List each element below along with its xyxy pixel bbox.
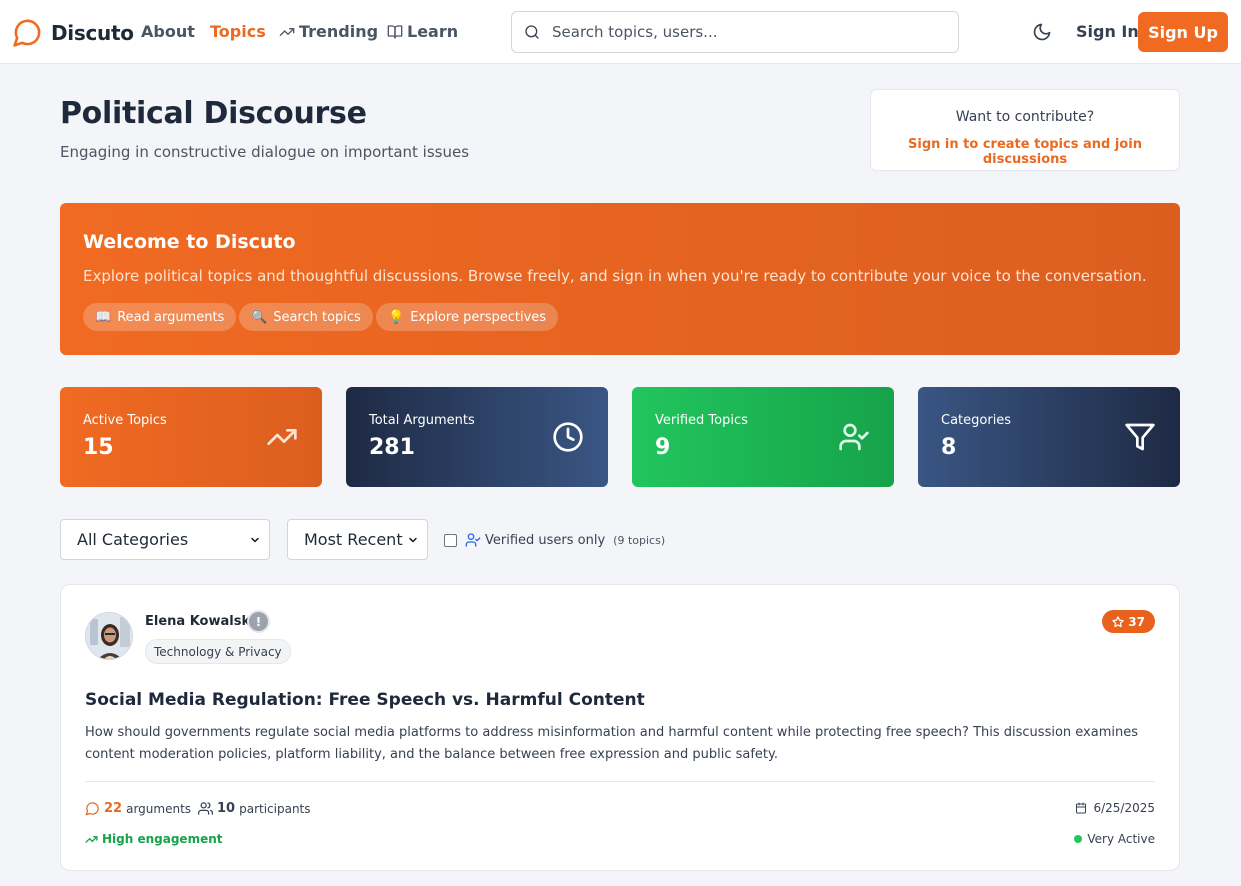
participants-number: 10: [217, 801, 236, 816]
stat-card-categories: Categories 8: [918, 387, 1180, 487]
arguments-label: arguments: [126, 801, 192, 816]
engagement-indicator: High engagement: [85, 832, 223, 846]
search-icon: [525, 25, 539, 39]
brand-logo[interactable]: Discuto: [12, 17, 134, 48]
nav-link-trending[interactable]: Trending: [279, 22, 378, 41]
stat-label: Verified Topics: [655, 413, 748, 428]
category-select-value: All Categories: [77, 530, 189, 549]
search-input[interactable]: [552, 23, 932, 41]
participants-label: participants: [239, 801, 311, 816]
page-subtitle: Engaging in constructive dialogue on imp…: [60, 143, 470, 161]
filter-icon: [1125, 423, 1155, 451]
verified-count: (9 topics): [613, 533, 666, 547]
activity-label: Very Active: [1087, 832, 1155, 846]
author-name[interactable]: Elena Kowalski: [145, 614, 255, 629]
topic-title[interactable]: Social Media Regulation: Free Speech vs.…: [85, 690, 645, 710]
chevron-down-icon: [251, 537, 259, 543]
status-dot-icon: [1074, 835, 1083, 843]
chip-label: Read arguments: [117, 309, 225, 325]
stat-label: Categories: [941, 413, 1012, 428]
chip-label: Search topics: [273, 309, 361, 325]
nav-link-about[interactable]: About: [141, 22, 195, 41]
stat-card-active-topics: Active Topics 15: [60, 387, 322, 487]
trending-up-icon: [267, 429, 297, 445]
avatar[interactable]: [85, 612, 133, 660]
topic-description: How should governments regulate social m…: [85, 725, 1138, 762]
calendar-icon: [1076, 802, 1087, 814]
sort-select[interactable]: Most Recent: [287, 519, 428, 560]
welcome-text: Explore political topics and thoughtful …: [83, 267, 1147, 285]
sort-select-value: Most Recent: [304, 530, 403, 549]
magnifier-emoji-icon: 🔍: [251, 309, 268, 325]
arguments-count: 22 arguments: [85, 801, 191, 816]
search-box: [511, 11, 959, 53]
book-emoji-icon: 📖: [95, 309, 112, 325]
avatar-image: [86, 613, 132, 659]
chip-explore-perspectives[interactable]: 💡 Explore perspectives: [376, 303, 559, 331]
category-badge[interactable]: Technology & Privacy: [145, 639, 291, 664]
unverified-badge-icon: !: [247, 610, 270, 633]
page-title: Political Discourse: [60, 96, 367, 131]
stat-value: 15: [83, 435, 114, 460]
contribute-question: Want to contribute?: [955, 109, 1095, 125]
chat-bubble-logo-icon: [13, 19, 41, 47]
nav-link-topics-label: Topics: [210, 22, 266, 41]
stat-label: Active Topics: [83, 413, 167, 428]
top-navbar: Discuto About Topics Trending Learn Sign…: [0, 0, 1241, 64]
nav-link-trending-label: Trending: [299, 22, 379, 41]
stat-label: Total Arguments: [369, 413, 475, 428]
moon-icon[interactable]: [1032, 22, 1052, 42]
activity-status: Very Active: [1074, 832, 1155, 846]
trending-icon: [279, 27, 295, 36]
chip-read-arguments[interactable]: 📖 Read arguments: [83, 303, 237, 331]
chip-search-topics[interactable]: 🔍 Search topics: [239, 303, 373, 331]
stat-value: 281: [369, 435, 415, 460]
trending-icon: [85, 835, 98, 843]
stat-value: 9: [655, 435, 671, 460]
chevron-down-icon: [409, 537, 417, 543]
verified-filter: Verified users only (9 topics): [444, 532, 665, 548]
brand-name: Discuto: [51, 20, 134, 45]
topic-date: 6/25/2025: [1075, 801, 1155, 815]
welcome-banner: Welcome to Discuto Explore political top…: [60, 203, 1180, 355]
clock-icon: [553, 422, 583, 452]
nav-link-learn[interactable]: Learn: [387, 22, 458, 41]
contribute-box: Want to contribute? Sign in to create to…: [870, 89, 1180, 171]
comment-icon: [85, 802, 99, 816]
verified-checkbox[interactable]: [444, 533, 457, 547]
participants-count: 10 participants: [198, 801, 311, 816]
divider: [85, 781, 1155, 782]
nav-link-topics[interactable]: Topics: [210, 22, 266, 41]
lightbulb-emoji-icon: 💡: [388, 309, 405, 325]
stat-value: 8: [941, 435, 957, 460]
category-select[interactable]: All Categories: [60, 519, 270, 560]
users-icon: [198, 802, 213, 815]
user-check-icon: [839, 423, 869, 451]
stat-card-total-arguments: Total Arguments 281: [346, 387, 608, 487]
topic-card[interactable]: Elena Kowalski ! Technology & Privacy 37…: [60, 584, 1180, 871]
book-icon: [387, 24, 403, 39]
nav-link-about-label: About: [141, 22, 195, 41]
verified-label: Verified users only: [485, 532, 606, 548]
arguments-number: 22: [104, 801, 123, 816]
contribute-sign-in-link[interactable]: Sign in to create topics and join discus…: [871, 137, 1179, 167]
star-icon: [1112, 615, 1124, 627]
engagement-label: High engagement: [102, 832, 223, 846]
date-value: 6/25/2025: [1093, 801, 1155, 815]
sign-in-button[interactable]: Sign In: [1076, 22, 1139, 41]
star-count-badge[interactable]: 37: [1102, 610, 1155, 633]
star-count: 37: [1128, 614, 1145, 629]
sign-up-button[interactable]: Sign Up: [1138, 12, 1228, 52]
user-check-icon: [465, 533, 481, 547]
chip-label: Explore perspectives: [410, 309, 547, 325]
welcome-title: Welcome to Discuto: [83, 231, 296, 253]
stat-card-verified-topics: Verified Topics 9: [632, 387, 894, 487]
nav-link-learn-label: Learn: [407, 22, 459, 41]
